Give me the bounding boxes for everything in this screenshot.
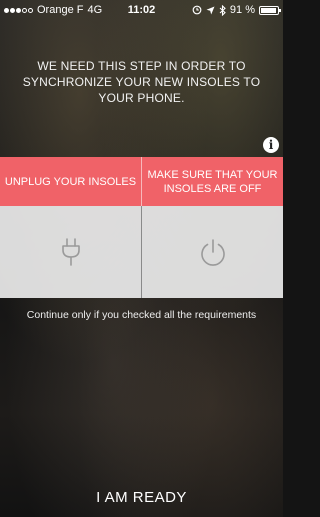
- i-am-ready-button[interactable]: I AM READY: [0, 478, 283, 517]
- status-time: 11:02: [127, 4, 156, 16]
- power-icon: [200, 239, 225, 266]
- intro-text: WE NEED THIS STEP IN ORDER TO SYNCHRONIZ…: [22, 59, 261, 105]
- battery-fill: [261, 7, 276, 13]
- signal-dot: [16, 7, 21, 13]
- alarm-icon: [192, 5, 202, 15]
- carrier-name: Orange F: [37, 4, 84, 16]
- network-type: 4G: [87, 4, 103, 16]
- info-icon[interactable]: i: [263, 137, 279, 153]
- signal-dot: [10, 7, 15, 13]
- requirements-header: UNPLUG YOUR INSOLES MAKE SURE THAT YOUR …: [0, 157, 283, 206]
- battery-percent: 91 %: [229, 4, 255, 16]
- plug-icon: [61, 238, 80, 266]
- requirement-power-off-label: MAKE SURE THAT YOUR INSOLES ARE OFF: [141, 157, 283, 206]
- status-left: Orange F 4G: [4, 4, 102, 16]
- signal-dot: [28, 7, 33, 13]
- location-arrow-icon: [206, 6, 215, 14]
- signal-dot: [22, 7, 27, 13]
- requirement-power-off-card: [141, 206, 283, 298]
- battery-icon: [259, 5, 281, 15]
- signal-dot: [4, 7, 9, 13]
- bluetooth-icon: [219, 4, 226, 16]
- status-bar: Orange F 4G 11:02 91 %: [0, 0, 283, 20]
- requirements-cards: [0, 206, 283, 298]
- requirement-unplug-label: UNPLUG YOUR INSOLES: [4, 175, 137, 188]
- requirement-unplug-card: [0, 206, 141, 298]
- continue-instructions: Continue only if you checked all the req…: [26, 309, 257, 321]
- signal-strength-icon: [4, 7, 33, 13]
- screen: Orange F 4G 11:02 91 % WE NEED THIS STEP…: [0, 0, 283, 517]
- status-right: 91 %: [192, 4, 281, 16]
